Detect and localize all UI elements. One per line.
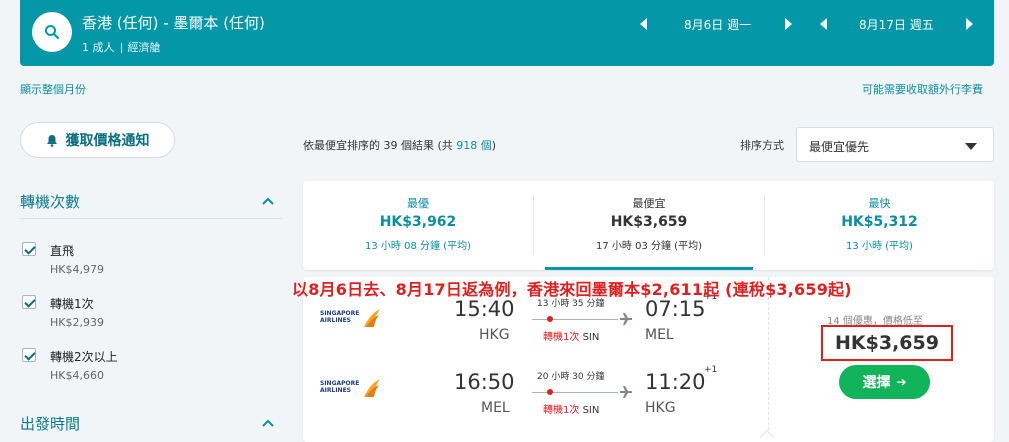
tab-fastest[interactable]: 最快 HK$5,312 13 小時 (平均) bbox=[765, 181, 994, 270]
inbound-arrive-airport: HKG bbox=[645, 400, 676, 416]
return-prev-icon[interactable] bbox=[820, 18, 827, 30]
bird-logo-icon bbox=[364, 309, 380, 327]
tab-duration: 17 小時 03 分鐘 (平均) bbox=[596, 241, 702, 252]
price-alert-label: 獲取價格通知 bbox=[65, 133, 150, 149]
outbound-depart-airport: HKG bbox=[479, 327, 510, 343]
checkbox-one-stop[interactable] bbox=[22, 295, 36, 309]
caret-down-icon bbox=[965, 143, 977, 150]
chevron-up-icon[interactable] bbox=[262, 197, 274, 205]
passengers-count: 1 成人 bbox=[82, 41, 115, 54]
inbound-duration: 20 小時 30 分鐘 bbox=[537, 372, 605, 382]
tab-price: HK$3,659 bbox=[610, 214, 688, 230]
singapore-airlines-logo: SINGAPORE AIRLINES bbox=[320, 307, 382, 329]
day-offset: +1 bbox=[704, 365, 718, 375]
sort-label: 排序方式 bbox=[740, 139, 784, 152]
depart-date-selector[interactable]: 8月6日 週一 bbox=[640, 16, 800, 34]
stop-airport: SIN bbox=[582, 405, 600, 416]
tab-duration: 13 小時 08 分鐘 (平均) bbox=[365, 241, 471, 252]
depart-next-icon[interactable] bbox=[785, 18, 792, 30]
divider bbox=[120, 43, 122, 53]
select-label: 選擇 bbox=[862, 375, 891, 391]
return-next-icon[interactable] bbox=[966, 18, 973, 30]
summary-sort-key: 最便宜 bbox=[314, 139, 347, 152]
stop-dot bbox=[547, 316, 553, 322]
summary-count: 排序的 39 個結果 (共 bbox=[347, 139, 457, 152]
summary-total-link[interactable]: 918 個 bbox=[456, 139, 492, 152]
stop-label: 轉機2次以上 bbox=[50, 350, 118, 364]
summary-suffix: ) bbox=[491, 139, 497, 152]
baggage-fee-link[interactable]: 可能需要收取額外行李費 bbox=[862, 81, 983, 97]
airline-name-line2: AIRLINES bbox=[320, 317, 351, 324]
divider bbox=[20, 218, 282, 219]
sort-value: 最便宜優先 bbox=[809, 140, 870, 154]
outbound-arrive-airport: MEL bbox=[645, 327, 674, 343]
active-tab-indicator bbox=[545, 267, 753, 270]
checkbox-two-plus-stops[interactable] bbox=[22, 348, 36, 362]
search-icon bbox=[45, 25, 60, 40]
tab-title: 最便宜 bbox=[632, 197, 666, 210]
tab-price: HK$5,312 bbox=[841, 214, 918, 230]
tab-price: HK$3,962 bbox=[379, 214, 457, 230]
divider bbox=[768, 277, 769, 435]
stop-label: 直飛 bbox=[50, 244, 75, 258]
sort-tabs: 最優 HK$3,962 13 小時 08 分鐘 (平均) 最便宜 HK$3,65… bbox=[303, 181, 994, 270]
summary-prefix: 依 bbox=[303, 139, 314, 152]
depart-prev-icon[interactable] bbox=[640, 18, 647, 30]
arrow-right-icon: ➔ bbox=[896, 375, 907, 389]
stop-dot bbox=[547, 389, 553, 395]
return-date[interactable]: 8月17日 週五 bbox=[859, 16, 934, 33]
route-line bbox=[532, 319, 618, 320]
airline-name-line1: SINGAPORE bbox=[320, 310, 360, 317]
sort-select[interactable]: 最便宜優先 bbox=[796, 127, 994, 162]
tab-best[interactable]: 最優 HK$3,962 13 小時 08 分鐘 (平均) bbox=[303, 181, 533, 270]
tab-title: 最優 bbox=[407, 197, 429, 210]
stop-price: HK$2,939 bbox=[50, 316, 104, 329]
outbound-depart-time: 15:40 bbox=[454, 297, 515, 321]
airline-name-line1: SINGAPORE bbox=[320, 380, 360, 387]
promo-overlay-text: 以8月6日去、8月17日返為例，香港來回墨爾本$2,611起 (連稅$3,659… bbox=[292, 280, 852, 299]
stop-price: HK$4,979 bbox=[50, 263, 104, 276]
tab-title: 最快 bbox=[868, 197, 891, 210]
tab-duration: 13 小時 (平均) bbox=[846, 241, 913, 252]
inbound-depart-airport: MEL bbox=[481, 400, 510, 416]
outbound-arrive-time: 07:15 bbox=[645, 297, 706, 321]
stop-price: HK$4,660 bbox=[50, 369, 104, 382]
flight-result-card[interactable]: SINGAPORE AIRLINES 15:40 HKG 13 小時 35 分鐘 … bbox=[303, 277, 994, 442]
search-button[interactable] bbox=[32, 12, 72, 52]
select-flight-button[interactable]: 選擇 ➔ bbox=[839, 365, 930, 399]
plane-icon bbox=[620, 386, 632, 398]
bell-icon bbox=[46, 134, 57, 147]
inbound-arrive-time: 11:20 bbox=[645, 370, 706, 394]
checkbox-nonstop[interactable] bbox=[22, 242, 36, 256]
chevron-up-icon[interactable] bbox=[262, 419, 274, 427]
price-alert-button[interactable]: 獲取價格通知 bbox=[20, 122, 175, 158]
stops-filter-heading[interactable]: 轉機次數 bbox=[20, 191, 80, 212]
bird-logo-icon bbox=[364, 379, 380, 397]
results-summary: 依最便宜排序的 39 個結果 (共 918 個) bbox=[303, 137, 496, 153]
airline-name-line2: AIRLINES bbox=[320, 387, 351, 394]
inbound-stops: 轉機1次 SIN bbox=[543, 401, 599, 416]
result-price: HK$3,659 bbox=[821, 325, 953, 361]
trip-details: 1 成人 經濟艙 bbox=[82, 39, 161, 55]
stop-label: 轉機1次 bbox=[50, 297, 94, 311]
route-title: 香港 (任何) - 墨爾本 (任何) bbox=[82, 14, 265, 32]
route-line bbox=[532, 392, 618, 393]
return-date-selector[interactable]: 8月17日 週五 bbox=[820, 16, 980, 34]
stop-airport: SIN bbox=[582, 332, 600, 343]
stops-count: 轉機1次 bbox=[543, 332, 580, 343]
singapore-airlines-logo: SINGAPORE AIRLINES bbox=[320, 377, 382, 399]
depart-time-filter-heading[interactable]: 出發時間 bbox=[20, 413, 80, 434]
stops-count: 轉機1次 bbox=[543, 405, 580, 416]
search-header[interactable]: 香港 (任何) - 墨爾本 (任何) 1 成人 經濟艙 8月6日 週一 8月17日… bbox=[20, 0, 994, 66]
outbound-stops: 轉機1次 SIN bbox=[543, 328, 599, 343]
depart-date[interactable]: 8月6日 週一 bbox=[684, 16, 751, 33]
plane-icon bbox=[620, 313, 632, 325]
cabin-class: 經濟艙 bbox=[127, 41, 161, 54]
tab-cheapest[interactable]: 最便宜 HK$3,659 17 小時 03 分鐘 (平均) bbox=[534, 181, 764, 270]
inbound-depart-time: 16:50 bbox=[454, 370, 515, 394]
show-month-link[interactable]: 顯示整個月份 bbox=[20, 81, 86, 97]
